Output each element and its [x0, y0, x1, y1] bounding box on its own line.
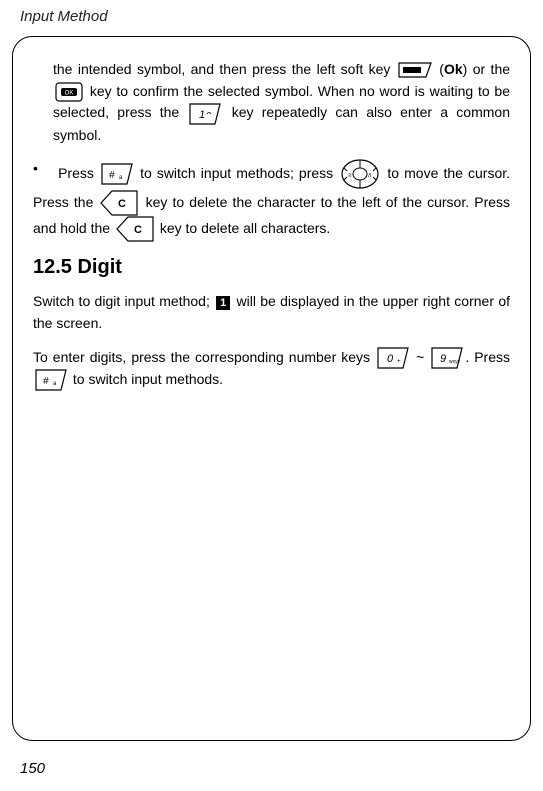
section-heading-digit: 12.5 Digit — [33, 252, 510, 283]
text: To enter digits, press the corresponding… — [33, 349, 375, 365]
text: Press — [58, 165, 99, 181]
svg-text:C: C — [119, 198, 127, 210]
page-number: 150 — [20, 760, 45, 777]
text: the intended symbol, and then press the … — [53, 61, 396, 77]
svg-text:+: + — [397, 359, 401, 365]
svg-text:≡: ≡ — [348, 173, 352, 179]
svg-text:a: a — [119, 175, 123, 181]
ok-key-icon: OK — [55, 82, 83, 102]
text: to switch input methods; press — [140, 165, 338, 181]
svg-text:C: C — [134, 224, 142, 236]
softkey-icon — [398, 62, 432, 78]
svg-text:#: # — [43, 376, 49, 387]
text: Switch to digit input method; — [33, 293, 214, 309]
navigation-key-icon: ≡ л — [340, 158, 380, 190]
svg-text:0: 0 — [387, 353, 394, 365]
zero-key-icon: 0+ — [377, 347, 409, 369]
text: . Press — [465, 349, 510, 365]
text: ~ — [416, 349, 429, 365]
page-header: Input Method — [20, 8, 108, 25]
svg-text:#: # — [109, 170, 115, 181]
text: to switch input methods. — [73, 371, 223, 387]
clear-key-icon: C — [116, 216, 154, 242]
svg-text:9: 9 — [440, 353, 446, 365]
text: key to delete all characters. — [160, 220, 330, 236]
paragraph-digit-1: Switch to digit input method; 1 will be … — [33, 291, 510, 334]
hash-key-icon: #a — [101, 163, 133, 185]
digit-indicator-icon: 1 — [216, 296, 230, 310]
svg-text:wxyz: wxyz — [449, 359, 461, 365]
bullet-input-methods: • Press #a to switch input methods; pres… — [33, 158, 510, 242]
svg-text:a: a — [53, 381, 57, 387]
svg-text:1: 1 — [199, 109, 205, 121]
clear-key-icon: C — [100, 190, 138, 216]
content-frame: the intended symbol, and then press the … — [12, 36, 531, 741]
one-key-icon: 1 — [189, 103, 221, 125]
hash-key-icon: #a — [35, 369, 67, 391]
svg-text:OK: OK — [65, 90, 74, 96]
nine-key-icon: 9wxyz — [431, 347, 463, 369]
paragraph-digit-2: To enter digits, press the corresponding… — [33, 347, 510, 392]
bullet-marker: • — [33, 158, 53, 180]
svg-text:л: л — [368, 173, 372, 179]
paragraph-symbol-continued: the intended symbol, and then press the … — [53, 59, 510, 146]
ok-label: Ok — [444, 61, 463, 77]
text: ) or the — [463, 61, 510, 77]
